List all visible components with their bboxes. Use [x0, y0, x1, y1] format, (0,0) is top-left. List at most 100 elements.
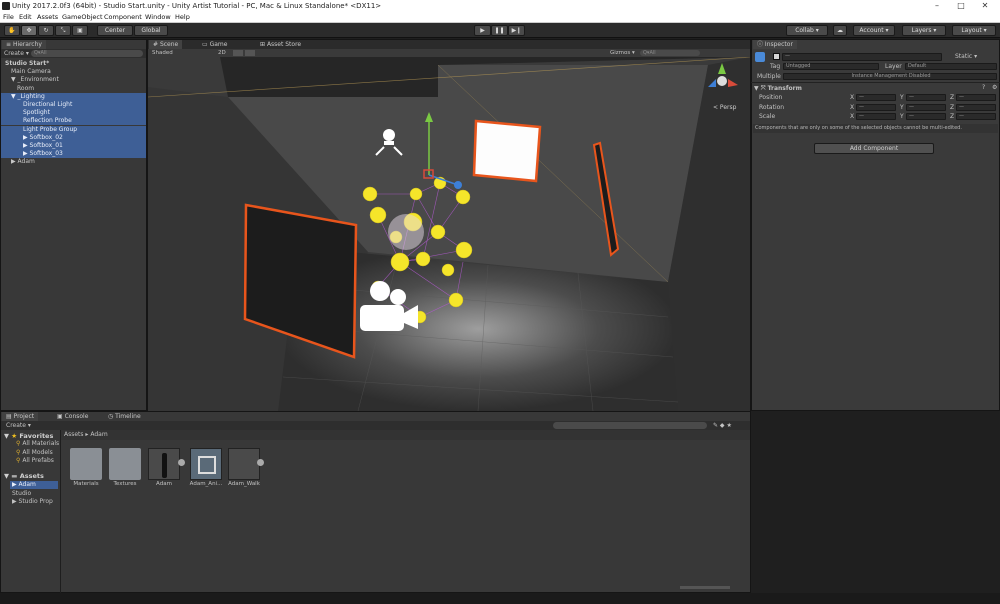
favorites-item[interactable]: ⚲ All Prefabs	[16, 457, 54, 464]
transform-value-field[interactable]: —	[856, 113, 896, 120]
pivot-global-toggle[interactable]: Global	[134, 25, 168, 36]
2d-toggle[interactable]: 2D	[218, 49, 226, 57]
transform-settings-icon[interactable]: ⚙	[992, 84, 997, 91]
hierarchy-item[interactable]: ▶ Softbox_03	[1, 150, 146, 159]
hierarchy-item[interactable]: Light Probe Group	[1, 125, 146, 134]
asset-tree-item[interactable]: ▶ Studio Prop	[10, 498, 58, 506]
tab-inspector[interactable]: ⓘ Inspector	[753, 40, 797, 49]
menu-file[interactable]: File	[3, 12, 14, 23]
pause-button[interactable]: ❚❚	[491, 25, 508, 36]
hierarchy-item[interactable]: ▼ _Lighting	[1, 92, 146, 101]
favorites-header[interactable]: ▼ ★ Favorites	[4, 432, 53, 440]
tab-hierarchy[interactable]: ≡ Hierarchy	[2, 40, 46, 49]
gizmos-dropdown[interactable]: Gizmos ▾	[610, 49, 635, 57]
add-component-button[interactable]: Add Component	[814, 143, 934, 154]
hierarchy-item[interactable]: ▼ _Environment	[1, 76, 146, 84]
move-tool-button[interactable]: ✥	[21, 25, 37, 36]
transform-value-field[interactable]: —	[956, 94, 996, 101]
rotate-tool-button[interactable]: ↻	[38, 25, 54, 36]
textures-folder-icon[interactable]	[109, 448, 141, 480]
tab-project[interactable]: ▤ Project	[2, 412, 39, 421]
tab-scene[interactable]: # Scene	[149, 40, 183, 49]
axis-label: Z	[950, 113, 955, 120]
audio-toggle-icon[interactable]	[245, 50, 255, 56]
expand-arrow-icon[interactable]	[178, 459, 185, 466]
transform-value-field[interactable]: —	[856, 103, 896, 111]
favorites-item-label: All Materials	[22, 440, 60, 447]
project-search-input[interactable]	[553, 422, 707, 429]
assets-tree-header[interactable]: ▼ ▬ Assets	[4, 472, 44, 480]
menu-help[interactable]: Help	[175, 12, 190, 23]
breadcrumb-path[interactable]: Assets ▸ Adam	[64, 430, 108, 440]
minimize-button[interactable]: –	[928, 0, 946, 12]
adam-model-icon[interactable]	[148, 448, 180, 480]
hierarchy-item[interactable]: Studio Start*	[1, 60, 146, 68]
transform-value-field[interactable]: —	[956, 103, 996, 111]
tab-asset-store[interactable]: ⊞ Asset Store	[256, 40, 305, 49]
asset-tree-item[interactable]: Studio	[10, 490, 58, 498]
axis-label: Z	[950, 103, 955, 111]
step-button[interactable]: ▶❙	[508, 25, 525, 36]
maximize-button[interactable]: □	[952, 0, 970, 12]
scene-viewport[interactable]: < Persp	[148, 57, 750, 411]
transform-row-label: Position	[759, 94, 783, 101]
filter-icons[interactable]: ✎ ◆ ★	[713, 421, 732, 430]
transform-value-field[interactable]: —	[856, 94, 896, 101]
hierarchy-item[interactable]: Spotlight	[1, 109, 146, 118]
menu-edit[interactable]: Edit	[19, 12, 32, 23]
project-create-dropdown[interactable]: Create ▾	[6, 421, 31, 430]
layout-dropdown[interactable]: Layout ▾	[952, 25, 996, 36]
rect-tool-button[interactable]: ▣	[72, 25, 88, 36]
tag-dropdown[interactable]: Untagged	[783, 63, 879, 70]
hierarchy-item[interactable]: Directional Light	[1, 101, 146, 109]
hierarchy-item[interactable]: ▶ Softbox_01	[1, 142, 146, 150]
hierarchy-item[interactable]: Room	[1, 85, 146, 93]
menu-window[interactable]: Window	[145, 12, 171, 23]
tab-game[interactable]: ▭ Game	[198, 40, 231, 49]
scale-tool-button[interactable]: ⤡	[55, 25, 71, 36]
tab-console[interactable]: ▣ Console	[53, 412, 92, 421]
transform-value-field[interactable]: —	[906, 113, 946, 120]
softbox-02[interactable]	[472, 119, 542, 183]
menu-gameobject[interactable]: GameObject	[62, 12, 103, 23]
lighting-toggle-icon[interactable]	[233, 50, 243, 56]
tag-label: Tag	[770, 63, 781, 70]
shading-mode-dropdown[interactable]: Shaded	[152, 49, 173, 57]
menu-assets[interactable]: Assets	[37, 12, 58, 23]
cloud-icon[interactable]: ☁	[833, 25, 847, 36]
play-button[interactable]: ▶	[474, 25, 491, 36]
favorites-item[interactable]: ⚲ All Models	[16, 449, 53, 456]
icon-size-slider[interactable]	[680, 586, 730, 589]
hierarchy-search-input[interactable]: Q▾All	[31, 50, 143, 57]
layers-dropdown[interactable]: Layers ▾	[902, 25, 946, 36]
animator-controller-icon[interactable]	[190, 448, 222, 480]
scene-toolbar: Shaded 2D Gizmos ▾ Q▾All	[148, 49, 750, 57]
collab-button[interactable]: Collab ▾	[786, 25, 828, 36]
adam-walk-animation-icon[interactable]	[228, 448, 260, 480]
create-dropdown[interactable]: Create ▾	[4, 49, 29, 58]
pivot-center-toggle[interactable]: Center	[97, 25, 133, 36]
tab-timeline[interactable]: ◷ Timeline	[104, 412, 145, 421]
transform-value-field[interactable]: —	[906, 94, 946, 101]
hierarchy-item[interactable]: ▶ Softbox_02	[1, 133, 146, 142]
account-dropdown[interactable]: Account ▾	[853, 25, 895, 36]
transform-help-icon[interactable]: ?	[982, 84, 985, 91]
transform-header[interactable]: ▼ ⤧ Transform	[754, 84, 802, 93]
hand-tool-button[interactable]: ✋	[4, 25, 20, 36]
active-checkbox[interactable]	[773, 53, 780, 60]
menu-component[interactable]: Component	[104, 12, 142, 23]
hierarchy-item[interactable]: Reflection Probe	[1, 117, 146, 126]
name-field[interactable]: —	[782, 53, 942, 61]
transform-value-field[interactable]: —	[906, 103, 946, 111]
close-button[interactable]: ✕	[976, 0, 994, 12]
asset-tree-item[interactable]: ▶ Adam	[10, 481, 58, 489]
materials-folder-icon[interactable]	[70, 448, 102, 480]
scene-search-input[interactable]: Q▾All	[640, 50, 700, 56]
expand-arrow-icon[interactable]	[257, 459, 264, 466]
hierarchy-item[interactable]: Main Camera	[1, 68, 146, 76]
favorites-item[interactable]: ⚲ All Materials	[16, 440, 59, 447]
hierarchy-item[interactable]: ▶ Adam	[1, 158, 146, 166]
layer-dropdown[interactable]: Default	[905, 63, 997, 70]
transform-value-field[interactable]: —	[956, 113, 996, 120]
static-dropdown[interactable]: Static ▾	[955, 53, 977, 60]
